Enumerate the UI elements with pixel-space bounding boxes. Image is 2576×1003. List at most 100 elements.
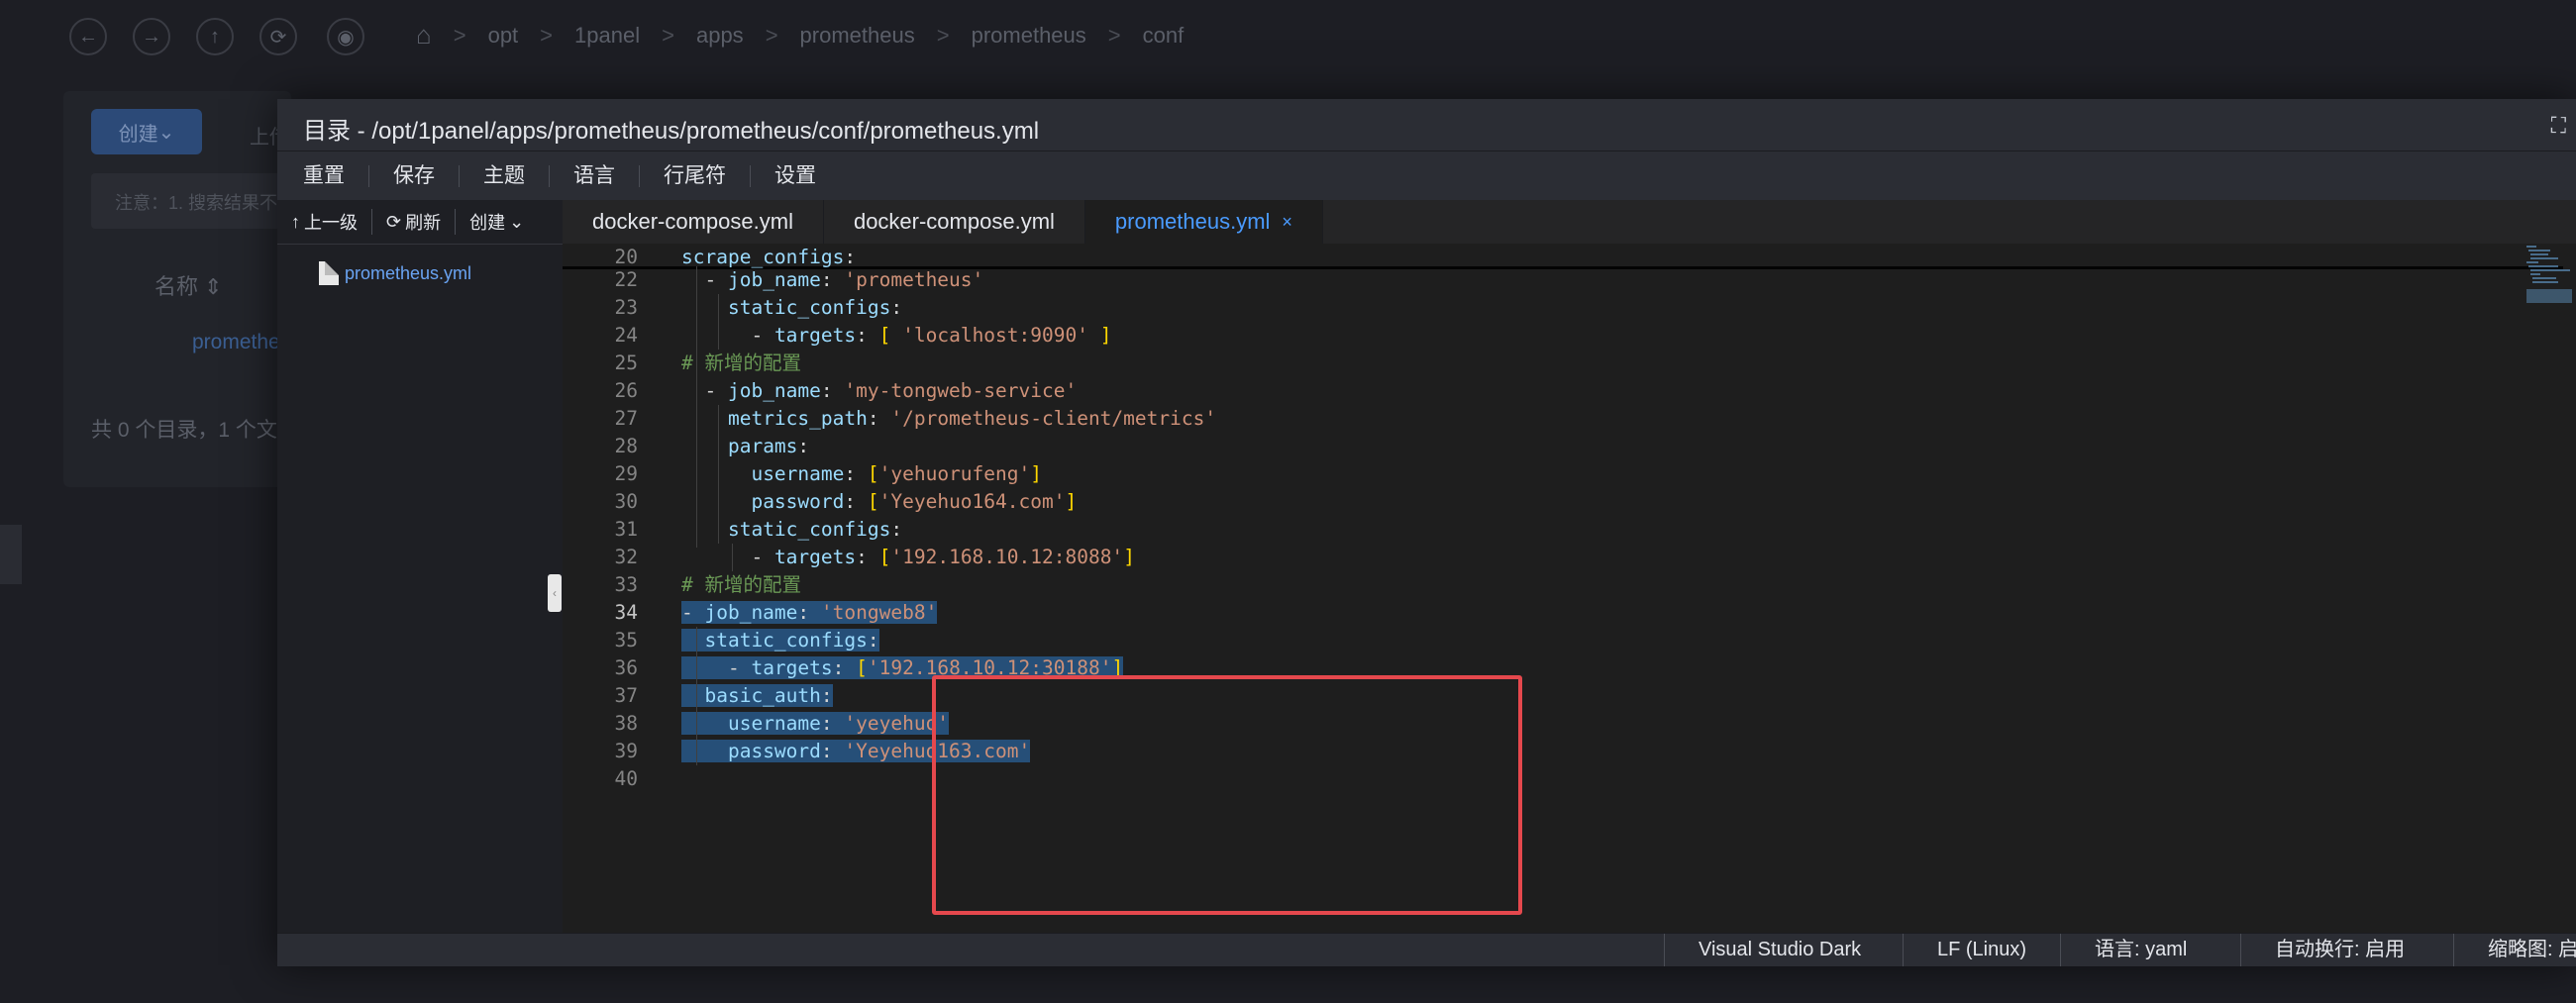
tab-label: prometheus.yml (1114, 209, 1271, 234)
menu-language[interactable]: 语言 (550, 165, 640, 187)
line-text: username: ['yehuorufeng'] (751, 462, 1042, 485)
breadcrumb-item[interactable]: apps (696, 23, 744, 49)
line-number: 32 (614, 546, 638, 568)
line-number: 22 (614, 268, 638, 291)
menu-theme[interactable]: 主题 (460, 165, 550, 187)
breadcrumb-separator: > (453, 22, 466, 48)
status-minimap[interactable]: 缩略图: 启 (2453, 934, 2576, 966)
file-count-summary: 共 0 个目录，1 个文 (91, 419, 277, 442)
code-line[interactable]: 35 static_configs: (563, 627, 2444, 654)
go-up-button[interactable]: ↑ 上一级 (277, 209, 372, 235)
menu-reset[interactable]: 重置 (277, 165, 369, 187)
column-name-label: 名称 (155, 274, 199, 299)
line-number: 30 (614, 490, 638, 513)
line-number: 26 (614, 379, 638, 402)
tree-file-label: prometheus.yml (345, 262, 472, 283)
indent-guide (718, 405, 719, 544)
refresh-icon: ⟳ (386, 211, 402, 232)
breadcrumb-separator: > (765, 22, 778, 48)
menu-save[interactable]: 保存 (369, 165, 460, 187)
line-number: 35 (614, 629, 638, 652)
column-header-name[interactable]: 名称 ⇕ (155, 269, 223, 301)
code-line[interactable]: 31 static_configs: (563, 516, 2444, 544)
sidebar-collapse-handle[interactable]: ‹ (548, 574, 562, 612)
line-text: metrics_path: '/prometheus-client/metric… (727, 407, 1217, 430)
breadcrumb-separator: > (936, 22, 950, 48)
home-icon[interactable]: ⌂ (416, 20, 432, 50)
status-word-wrap[interactable]: 自动换行: 启用 (2240, 934, 2487, 966)
arrow-left-icon[interactable]: ← (69, 18, 107, 55)
search-notice: 注意：1. 搜索结果不 (91, 173, 289, 229)
line-number: 24 (614, 324, 638, 347)
status-theme[interactable]: Visual Studio Dark (1664, 934, 1904, 966)
code-line[interactable]: 29 username: ['yehuorufeng'] (563, 460, 2444, 488)
side-edge (0, 525, 22, 584)
create-button[interactable]: 创建 ⌄ (91, 109, 202, 154)
line-text: basic_auth: (681, 682, 833, 710)
tree-file-item[interactable]: prometheus.yml (319, 261, 471, 285)
line-text: params: (727, 435, 810, 457)
code-line[interactable]: 33 # 新增的配置 (563, 571, 2444, 599)
breadcrumb-item[interactable]: prometheus (800, 23, 915, 49)
line-number: 23 (614, 296, 638, 319)
line-number: 36 (614, 656, 638, 679)
code-line[interactable]: 27 metrics_path: '/prometheus-client/met… (563, 405, 2444, 433)
breadcrumb-item[interactable]: prometheus (972, 23, 1086, 49)
code-line[interactable]: 23 static_configs: (563, 294, 2444, 322)
indent-guide (732, 544, 733, 571)
breadcrumb-item[interactable]: opt (488, 23, 519, 49)
breadcrumb-separator: > (540, 22, 554, 48)
line-number: 39 (614, 740, 638, 762)
code-line[interactable]: 34 - job_name: 'tongweb8' (563, 599, 2444, 627)
editor-tabs: docker-compose.yml docker-compose.yml pr… (563, 200, 2576, 244)
code-editor[interactable]: 20 scrape_configs: 22 - job_name: 'prometh… (563, 244, 2576, 933)
refresh-button[interactable]: ⟳ 刷新 (372, 209, 457, 235)
menu-eol[interactable]: 行尾符 (640, 165, 751, 187)
close-icon[interactable]: × (1282, 212, 1292, 233)
tab-docker-compose-1[interactable]: docker-compose.yml (563, 200, 824, 244)
line-text: static_configs: (681, 627, 879, 654)
tab-prometheus[interactable]: prometheus.yml × (1084, 200, 1323, 244)
create-label: 创建 (469, 213, 506, 233)
file-tree-sidebar: ↑ 上一级 ⟳ 刷新 创建 ⌄ prometheus.yml ‹ (277, 200, 564, 933)
eye-icon[interactable]: ◉ (327, 18, 364, 55)
status-language[interactable]: 语言: yaml (2060, 934, 2241, 966)
line-number: 31 (614, 518, 638, 541)
indent-guide (718, 294, 719, 350)
code-line[interactable]: 24 - targets: [ 'localhost:9090' ] (563, 322, 2444, 350)
line-number: 37 (614, 684, 638, 707)
menu-settings[interactable]: 设置 (751, 165, 840, 187)
arrow-up-icon: ↑ (291, 211, 300, 232)
minimap[interactable] (2524, 244, 2576, 323)
breadcrumb-item[interactable]: 1panel (574, 23, 640, 49)
line-text: static_configs: (727, 296, 903, 319)
code-line[interactable]: 22 - job_name: 'prometheus' (563, 266, 2444, 294)
code-line[interactable]: 25 # 新增的配置 (563, 350, 2444, 377)
arrow-right-icon[interactable]: → (133, 18, 170, 55)
line-text: password: ['Yeyehuo164.com'] (751, 490, 1078, 513)
status-bar: Visual Studio Dark LF (Linux) 语言: yaml 自… (277, 933, 2576, 966)
breadcrumb-separator: > (662, 22, 674, 48)
line-text: - job_name: 'prometheus' (704, 268, 984, 291)
indent-guide (696, 627, 697, 765)
code-line[interactable]: 32 - targets: ['192.168.10.12:8088'] (563, 544, 2444, 571)
line-number: 33 (614, 573, 638, 596)
line-text: - targets: [ 'localhost:9090' ] (751, 324, 1112, 347)
code-line[interactable]: 30 password: ['Yeyehuo164.com'] (563, 488, 2444, 516)
code-line[interactable]: 28 params: (563, 433, 2444, 460)
tab-docker-compose-2[interactable]: docker-compose.yml (824, 200, 1085, 244)
chevron-down-icon: ⌄ (509, 211, 525, 232)
line-number: 25 (614, 351, 638, 374)
tab-label: docker-compose.yml (592, 209, 793, 234)
line-number: 27 (614, 407, 638, 430)
fullscreen-icon[interactable]: ⛶ (2551, 113, 2566, 139)
highlight-box (932, 675, 1522, 915)
line-text: - job_name: 'tongweb8' (681, 601, 938, 624)
arrow-up-icon[interactable]: ↑ (196, 18, 234, 55)
create-dropdown[interactable]: 创建 ⌄ (456, 209, 538, 235)
refresh-icon[interactable]: ⟳ (259, 18, 297, 55)
breadcrumb-item[interactable]: conf (1143, 23, 1185, 49)
code-line[interactable]: 26 - job_name: 'my-tongweb-service' (563, 377, 2444, 405)
line-text: # 新增的配置 (681, 351, 801, 374)
refresh-label: 刷新 (405, 213, 442, 233)
